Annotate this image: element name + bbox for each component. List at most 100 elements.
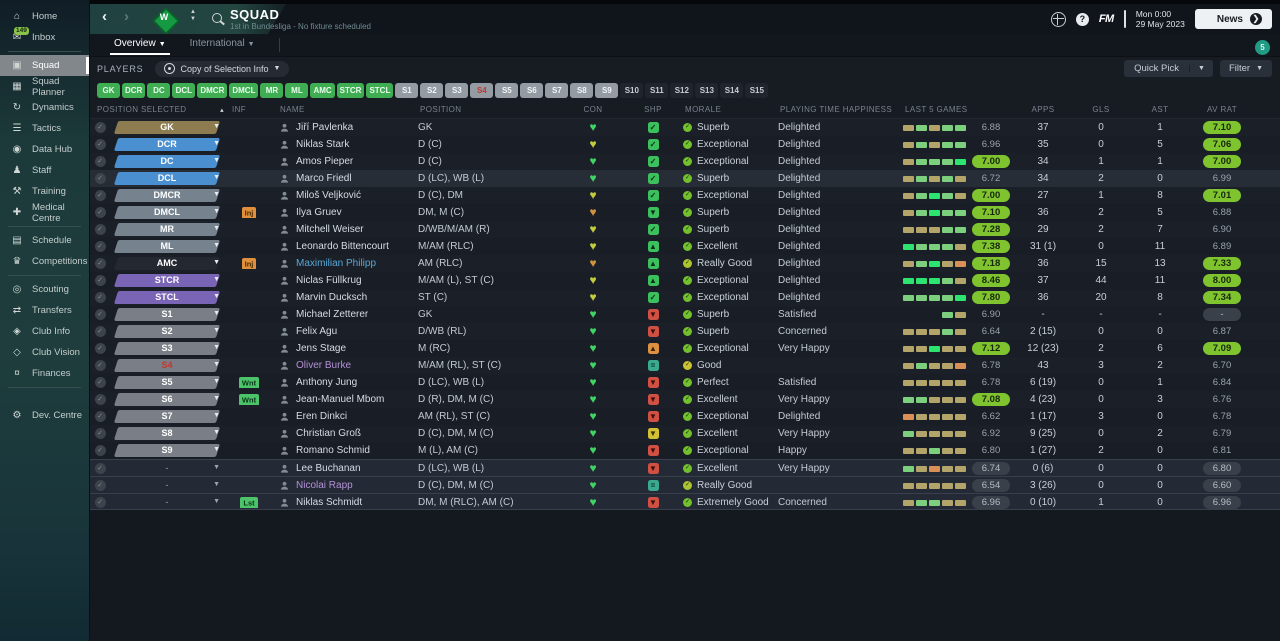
row-select-check-icon[interactable]: ✓: [94, 462, 106, 474]
table-row[interactable]: ✓ - ▼ Nicolai Rapp D (C), DM, M (C) ♥ = ✓ Really…: [90, 476, 1280, 493]
player-name[interactable]: Lee Buchanan: [296, 463, 361, 474]
position-filter-s12[interactable]: S12: [670, 83, 694, 98]
position-selected-dropdown[interactable]: DC ▼: [110, 153, 230, 170]
row-select-check-icon[interactable]: ✓: [94, 410, 106, 422]
table-row[interactable]: ✓ - ▼ Lst Niklas Schmidt DM, M (RLC), AM (C) ♥…: [90, 493, 1280, 510]
row-select-check-icon[interactable]: ✓: [94, 223, 106, 235]
sidebar-item-squad-planner[interactable]: ▦ Squad Planner: [0, 76, 89, 98]
news-button[interactable]: News ❯: [1194, 9, 1272, 29]
position-filter-s15[interactable]: S15: [745, 83, 769, 98]
row-select-check-icon[interactable]: ✓: [94, 257, 106, 269]
player-name[interactable]: Mitchell Weiser: [296, 224, 364, 235]
table-row[interactable]: ✓ S9 ▼ Romano Schmid M (L), AM (C) ♥ ▼ ✓ Excepti…: [90, 442, 1280, 459]
player-name[interactable]: Miloš Veljković: [296, 190, 361, 201]
position-filter-gk[interactable]: GK: [97, 83, 120, 98]
row-select-check-icon[interactable]: ✓: [94, 393, 106, 405]
position-filter-ml[interactable]: ML: [285, 83, 309, 98]
info-badge[interactable]: Inj: [241, 207, 257, 218]
position-selected-dropdown[interactable]: S2 ▼: [110, 323, 230, 340]
row-select-check-icon[interactable]: ✓: [94, 308, 106, 320]
position-filter-stcl[interactable]: STCL: [366, 83, 394, 98]
position-selected-dropdown[interactable]: GK ▼: [110, 119, 230, 136]
position-filter-amc[interactable]: AMC: [310, 83, 335, 98]
selection-info-dropdown[interactable]: Copy of Selection Info ▼: [155, 60, 290, 77]
sidebar-item-competitions[interactable]: ♛ Competitions: [0, 251, 89, 272]
language-globe-icon[interactable]: [1050, 11, 1066, 27]
position-filter-s8[interactable]: S8: [570, 83, 594, 98]
table-row[interactable]: ✓ S5 ▼ Wnt Anthony Jung D (LC), WB (L) ♥ ▼ ✓ Perf…: [90, 374, 1280, 391]
position-filter-s2[interactable]: S2: [420, 83, 444, 98]
row-select-check-icon[interactable]: ✓: [94, 427, 106, 439]
position-filter-dcl[interactable]: DCL: [172, 83, 196, 98]
col-name[interactable]: NAME: [268, 105, 418, 114]
position-filter-stcr[interactable]: STCR: [336, 83, 365, 98]
sidebar-item-club-info[interactable]: ◈ Club Info: [0, 321, 89, 342]
tab-international[interactable]: International ▼: [190, 34, 255, 56]
position-selected-dropdown[interactable]: S3 ▼: [110, 340, 230, 357]
row-select-check-icon[interactable]: ✓: [94, 359, 106, 371]
position-filter-dmcr[interactable]: DMCR: [197, 83, 228, 98]
player-name[interactable]: Felix Agu: [296, 326, 337, 337]
table-row[interactable]: ✓ GK ▼ Jiří Pavlenka GK ♥ ✓ ✓ Superb Delighted 6.8…: [90, 119, 1280, 136]
table-row[interactable]: ✓ S1 ▼ Michael Zetterer GK ♥ ▼ ✓ Superb Satisfied…: [90, 306, 1280, 323]
col-morale[interactable]: MORALE: [683, 105, 778, 114]
player-name[interactable]: Amos Pieper: [296, 156, 353, 167]
position-selected-dropdown[interactable]: STCR ▼: [110, 272, 230, 289]
position-filter-s3[interactable]: S3: [445, 83, 469, 98]
info-badge[interactable]: Lst: [240, 497, 258, 508]
position-filter-s7[interactable]: S7: [545, 83, 569, 98]
table-row[interactable]: ✓ S7 ▼ Eren Dinkci AM (RL), ST (C) ♥ ▼ ✓ Excepti…: [90, 408, 1280, 425]
table-row[interactable]: ✓ DMCR ▼ Miloš Veljković D (C), DM ♥ ✓ ✓ Excepti…: [90, 187, 1280, 204]
table-row[interactable]: ✓ AMC ▼ Inj Maximilian Philipp AM (RLC) ♥ ▲ ✓ Rea…: [90, 255, 1280, 272]
sidebar-item-staff[interactable]: ♟ Staff: [0, 160, 89, 181]
position-filter-s5[interactable]: S5: [495, 83, 519, 98]
position-selected-dropdown[interactable]: S1 ▼: [110, 306, 230, 323]
col-shp[interactable]: SHP: [623, 105, 683, 114]
row-select-check-icon[interactable]: ✓: [94, 496, 106, 508]
position-selected-dropdown[interactable]: ML ▼: [110, 238, 230, 255]
position-selected-dropdown[interactable]: S8 ▼: [110, 425, 230, 442]
player-name[interactable]: Jean-Manuel Mbom: [296, 394, 384, 405]
player-name[interactable]: Nicolai Rapp: [296, 480, 353, 491]
player-name[interactable]: Eren Dinkci: [296, 411, 347, 422]
info-badge[interactable]: Wnt: [238, 394, 260, 405]
position-filter-s10[interactable]: S10: [620, 83, 644, 98]
player-name[interactable]: Michael Zetterer: [296, 309, 368, 320]
sidebar-item-training[interactable]: ⚒ Training: [0, 181, 89, 202]
position-selected-dropdown[interactable]: STCL ▼: [110, 289, 230, 306]
row-select-check-icon[interactable]: ✓: [94, 121, 106, 133]
player-name[interactable]: Romano Schmid: [296, 445, 370, 456]
position-filter-dcr[interactable]: DCR: [122, 83, 146, 98]
row-select-check-icon[interactable]: ✓: [94, 138, 106, 150]
col-inf[interactable]: INF: [230, 105, 268, 114]
row-select-check-icon[interactable]: ✓: [94, 325, 106, 337]
col-position[interactable]: POSITION: [418, 105, 563, 114]
position-selected-dropdown[interactable]: S9 ▼: [110, 442, 230, 459]
position-filter-s6[interactable]: S6: [520, 83, 544, 98]
sidebar-item-tactics[interactable]: ☰ Tactics: [0, 118, 89, 139]
tab-overview[interactable]: Overview ▼: [110, 34, 170, 56]
player-name[interactable]: Anthony Jung: [296, 377, 357, 388]
position-selected-dropdown[interactable]: AMC ▼: [110, 255, 230, 272]
sidebar-item-scouting[interactable]: ◎ Scouting: [0, 279, 89, 300]
player-name[interactable]: Jiří Pavlenka: [296, 122, 353, 133]
player-name[interactable]: Marvin Ducksch: [296, 292, 367, 303]
position-selected-dropdown[interactable]: - ▼: [110, 460, 230, 477]
table-row[interactable]: ✓ S8 ▼ Christian Groß D (C), DM, M (C) ♥ ▼ ✓ Exc…: [90, 425, 1280, 442]
col-playing-time-happiness[interactable]: PLAYING TIME HAPPINESS: [778, 105, 903, 114]
row-select-check-icon[interactable]: ✓: [94, 376, 106, 388]
position-selected-dropdown[interactable]: S6 ▼: [110, 391, 230, 408]
info-badge[interactable]: Inj: [241, 258, 257, 269]
search-icon[interactable]: [212, 13, 222, 23]
position-selected-dropdown[interactable]: - ▼: [110, 477, 230, 494]
row-select-check-icon[interactable]: ✓: [94, 206, 106, 218]
table-row[interactable]: ✓ S3 ▼ Jens Stage M (RC) ♥ ▲ ✓ Exceptional Very H…: [90, 340, 1280, 357]
row-select-check-icon[interactable]: ✓: [94, 155, 106, 167]
row-select-check-icon[interactable]: ✓: [94, 240, 106, 252]
sidebar-item-home[interactable]: ⌂ Home: [0, 6, 89, 27]
player-name[interactable]: Oliver Burke: [296, 360, 351, 371]
position-selected-dropdown[interactable]: S5 ▼: [110, 374, 230, 391]
player-name[interactable]: Niclas Füllkrug: [296, 275, 362, 286]
quick-pick-dropdown-icon[interactable]: ▼: [1189, 65, 1213, 72]
table-row[interactable]: ✓ MR ▼ Mitchell Weiser D/WB/M/AM (R) ♥ ✓ ✓ Super…: [90, 221, 1280, 238]
